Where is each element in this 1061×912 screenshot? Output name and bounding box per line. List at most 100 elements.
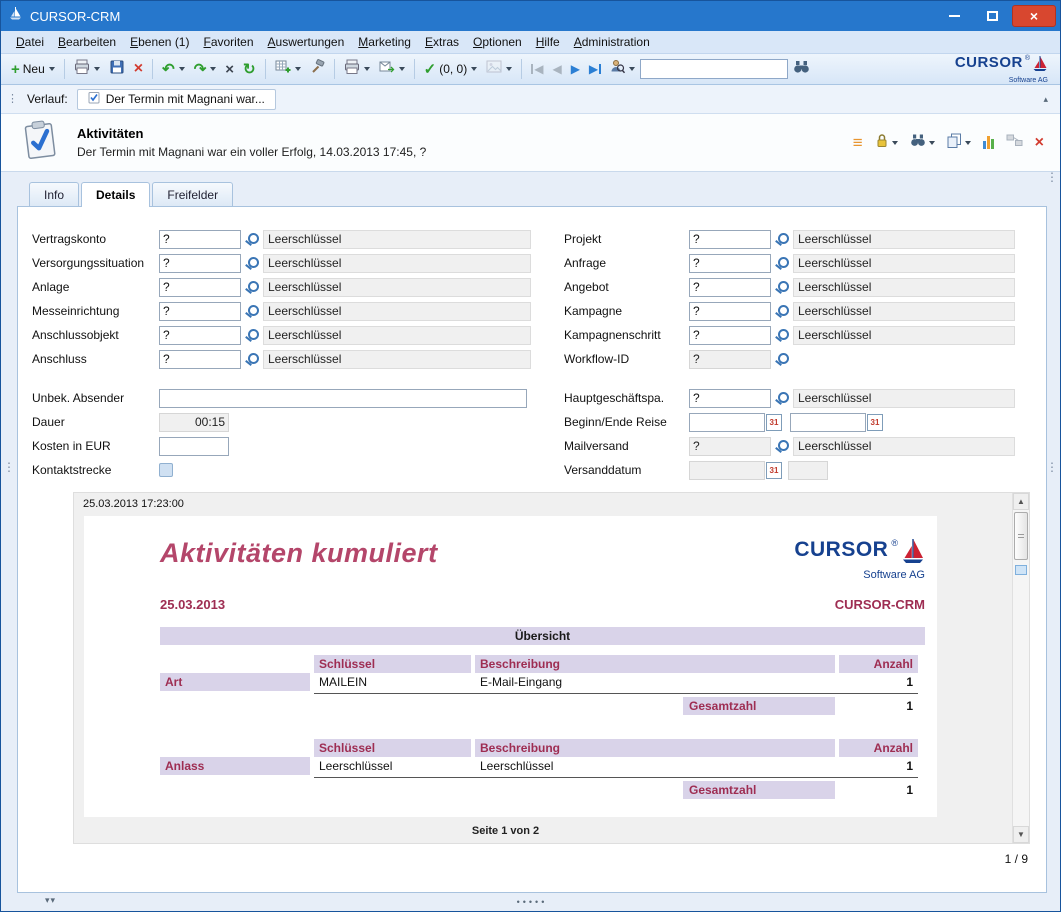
lookup-search-icon[interactable] (774, 328, 789, 343)
new-button[interactable]: + Neu (7, 57, 59, 81)
form-row: Mailversand (564, 434, 1036, 458)
anlage-input[interactable] (159, 278, 241, 297)
lookup-search-icon[interactable] (244, 304, 259, 319)
validation-button[interactable]: ✓ (0, 0) (420, 57, 482, 81)
forward-button[interactable]: ↷ (190, 57, 221, 81)
record-search-button[interactable] (908, 131, 937, 154)
menu-bearbeiten[interactable]: Bearbeiten (51, 32, 123, 52)
minimize-button[interactable] (936, 5, 972, 27)
menu-hilfe[interactable]: Hilfe (529, 32, 567, 52)
lookup-search-icon[interactable] (774, 304, 789, 319)
nav-first-bar (531, 64, 533, 74)
report-scrollbar[interactable]: ▲ ▼ (1012, 493, 1029, 843)
lookup-search-icon[interactable] (774, 352, 789, 367)
lookup-search-icon[interactable] (774, 391, 789, 406)
refresh-button[interactable]: ↻ (239, 57, 260, 81)
lookup-search-icon[interactable] (774, 439, 789, 454)
menu-datei[interactable]: Datei (9, 32, 51, 52)
lookup-search-icon[interactable] (244, 280, 259, 295)
calendar-icon[interactable]: 31 (766, 414, 782, 431)
kontaktstrecke-checkbox[interactable] (159, 463, 173, 477)
chevron-down-icon (364, 67, 370, 71)
left-splitter-grip[interactable]: ⋮ (3, 463, 15, 472)
report-col-key: Schlüssel (314, 655, 471, 673)
lookup-search-icon[interactable] (244, 328, 259, 343)
add-dataset-button[interactable] (271, 57, 305, 81)
lookup-search-icon[interactable] (244, 232, 259, 247)
lookup-search-icon[interactable] (774, 232, 789, 247)
menu-optionen[interactable]: Optionen (466, 32, 529, 52)
tools-button[interactable] (306, 57, 329, 81)
nav-last-button[interactable]: ▶ (585, 57, 605, 81)
maximize-button[interactable] (974, 5, 1010, 27)
delete-button[interactable]: × (130, 57, 147, 81)
quick-search-input[interactable] (640, 59, 788, 79)
print-report-button[interactable] (340, 57, 374, 81)
menu-marketing[interactable]: Marketing (351, 32, 418, 52)
drag-grip-icon[interactable]: ⋮ (7, 96, 18, 103)
anfrage-input[interactable] (689, 254, 771, 273)
search-button[interactable] (789, 57, 814, 81)
anschluss-input[interactable] (159, 350, 241, 369)
lookup-search-icon[interactable] (244, 256, 259, 271)
relations-button[interactable] (1004, 131, 1025, 155)
kosten-input[interactable] (159, 437, 229, 456)
scroll-down-button[interactable]: ▼ (1013, 826, 1029, 843)
reise-start-input[interactable] (689, 413, 765, 432)
bottom-splitter[interactable]: ▾▾ ••••• (17, 893, 1047, 911)
kampagnenschritt-input[interactable] (689, 326, 771, 345)
menu-favoriten[interactable]: Favoriten (196, 32, 260, 52)
print-button[interactable] (70, 57, 104, 81)
hauptgeschaeftspartner-input[interactable] (689, 389, 771, 408)
tab-info[interactable]: Info (29, 182, 79, 206)
tab-details[interactable]: Details (81, 182, 150, 207)
vertragskonto-input[interactable] (159, 230, 241, 249)
angebot-input[interactable] (689, 278, 771, 297)
chart-button[interactable] (981, 134, 996, 151)
export-button[interactable] (375, 57, 409, 81)
collapse-history-button[interactable]: ▴ (1039, 92, 1052, 107)
image-button[interactable] (482, 57, 516, 81)
lookup-search-icon[interactable] (244, 352, 259, 367)
menu-administration[interactable]: Administration (567, 32, 657, 52)
scrollbar-thumb[interactable] (1014, 512, 1028, 560)
cancel-button[interactable]: × (221, 57, 238, 81)
scroll-up-button[interactable]: ▲ (1013, 493, 1029, 510)
menu-extras[interactable]: Extras (418, 32, 466, 52)
anlage-label: Anlage (32, 280, 159, 294)
history-item[interactable]: Der Termin mit Magnani war... (77, 89, 276, 110)
nav-next-button[interactable]: ▶ (567, 57, 584, 81)
activity-icon (88, 91, 100, 107)
kampagne-input[interactable] (689, 302, 771, 321)
lock-button[interactable] (873, 131, 900, 155)
toolbar-separator (414, 59, 415, 79)
projekt-input[interactable] (689, 230, 771, 249)
lookup-search-icon[interactable] (774, 256, 789, 271)
messeinrichtung-input[interactable] (159, 302, 241, 321)
menu-ebenen[interactable]: Ebenen (1) (123, 32, 196, 52)
reise-end-input[interactable] (790, 413, 866, 432)
copy-record-button[interactable] (945, 131, 973, 155)
tab-freifelder[interactable]: Freifelder (152, 182, 233, 206)
calendar-icon[interactable]: 31 (766, 462, 782, 479)
calendar-icon[interactable]: 31 (867, 414, 883, 431)
save-button[interactable] (105, 57, 129, 81)
unbek-absender-input[interactable] (159, 389, 527, 408)
form-row: Vertragskonto (32, 227, 564, 251)
menu-auswertungen[interactable]: Auswertungen (261, 32, 352, 52)
close-button[interactable]: × (1012, 5, 1056, 27)
right-splitter-grip-lower[interactable]: ⋮ (1046, 463, 1058, 472)
anschlussobjekt-input[interactable] (159, 326, 241, 345)
lookup-search-icon[interactable] (774, 280, 789, 295)
form-row: Dauer (32, 410, 564, 434)
right-splitter-grip-upper[interactable]: ⋮ (1046, 173, 1058, 182)
close-record-button[interactable]: × (1033, 133, 1046, 153)
view-menu-button[interactable]: ≡ (851, 131, 865, 155)
form-row: Hauptgeschäftspa. (564, 386, 1036, 410)
nav-first-button[interactable]: ◀ (527, 57, 547, 81)
back-button[interactable]: ↶ (158, 57, 189, 81)
collapse-chevrons-icon[interactable]: ▾▾ (45, 895, 56, 906)
person-search-button[interactable] (606, 57, 639, 81)
nav-previous-button[interactable]: ◀ (548, 57, 565, 81)
versorgungssituation-input[interactable] (159, 254, 241, 273)
